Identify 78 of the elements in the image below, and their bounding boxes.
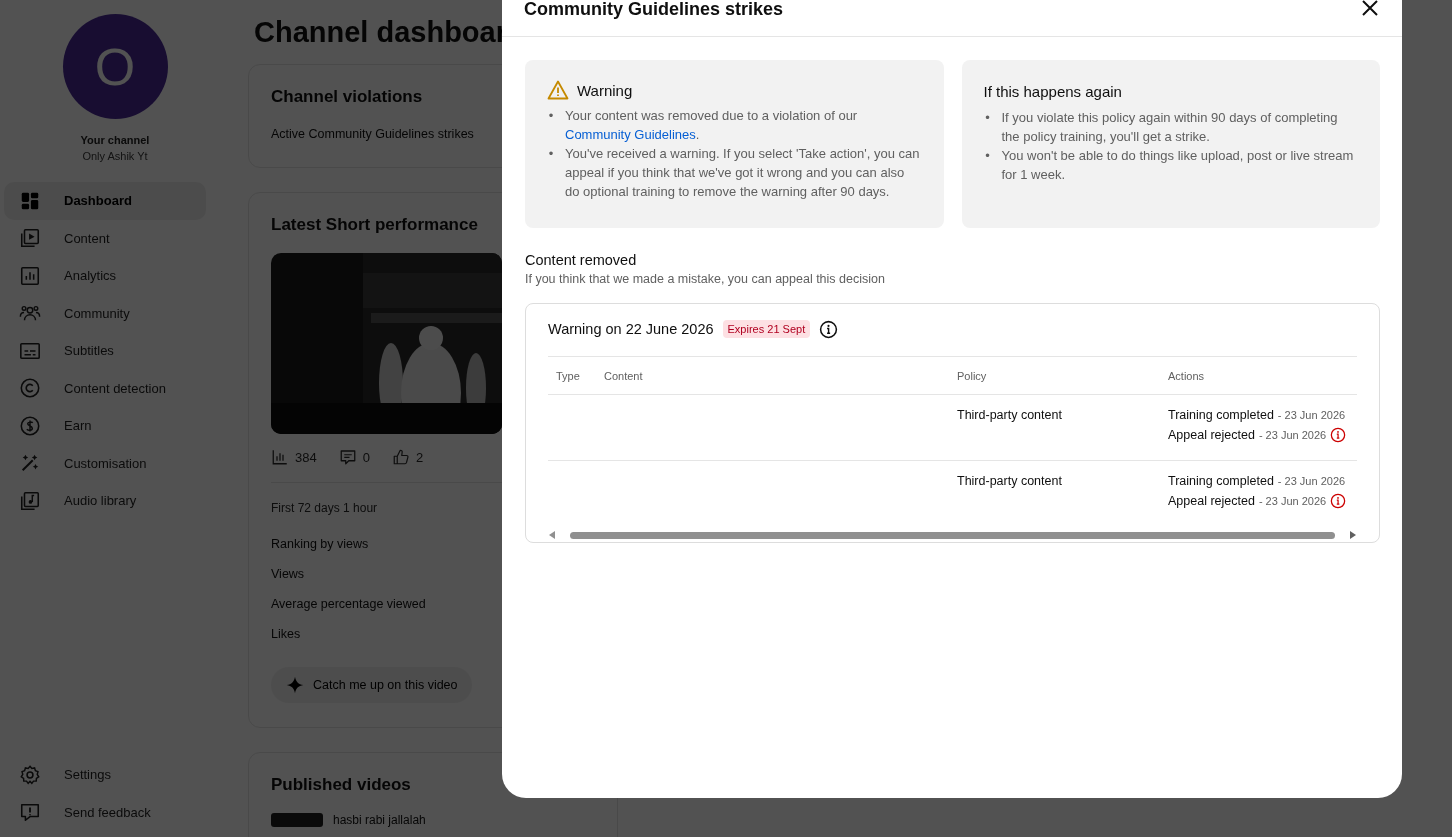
column-header: Content <box>604 369 643 382</box>
stat-value: 2 <box>415 449 424 465</box>
info-icon[interactable] <box>819 319 839 339</box>
settings-icon <box>19 763 41 786</box>
close-icon <box>1360 0 1380 18</box>
video-thumbnail <box>271 813 323 827</box>
card-title: Channel violations <box>271 87 423 107</box>
section-title: Content removed <box>525 252 638 268</box>
thumbs-up-icon <box>391 448 410 466</box>
catch-up-button[interactable]: Catch me up on this video <box>271 667 472 703</box>
sidebar-item[interactable]: Audio library <box>4 482 206 520</box>
sidebar-item[interactable]: Content <box>4 219 206 257</box>
bullet-text: If you violate this policy again within 90 days of completing the policy training, you'll get a strike. <box>1001 109 1339 146</box>
metric-label: Views <box>271 567 306 581</box>
metric-label: Average percentage viewed <box>271 597 427 611</box>
channel-name: Only Ashik Yt <box>82 150 148 162</box>
stat-value: 0 <box>362 449 370 465</box>
card-title: Published videos <box>271 775 411 795</box>
stat-value: 384 <box>295 449 317 465</box>
bullet-marker: • <box>547 145 555 163</box>
column-header: Type <box>556 369 580 382</box>
copyright-icon <box>19 377 41 400</box>
action-date: - 23 Jun 2026 <box>1258 495 1327 507</box>
comment-icon <box>338 448 357 466</box>
policy-cell: Third-party content <box>957 474 1062 488</box>
expiry-badge: Expires 21 Sept <box>722 320 811 338</box>
strike-title: Warning on 22 June 2026 <box>548 321 714 337</box>
video-title[interactable]: hasbi rabi jallalah <box>333 813 426 827</box>
action-label: Training completed <box>1168 408 1274 422</box>
bullet-marker: • <box>984 109 991 127</box>
action-label: Appeal rejected <box>1168 428 1255 442</box>
bullet-text: You won't be able to do things like upload, post or live stream for 1 week. <box>1001 147 1355 184</box>
scrollbar-thumb[interactable] <box>570 531 1335 539</box>
card-title: Latest Short performance <box>271 215 478 235</box>
column-header: Actions <box>1168 369 1205 382</box>
guidelines-link[interactable]: Community Guidelines <box>565 127 696 142</box>
bullet-text: You've received a warning. If you select 'Take action', you can appeal if you think that we've got it wrong and you can also do optional training to remove the warning after 90 days. <box>565 145 921 201</box>
close-button[interactable] <box>1360 0 1380 18</box>
sidebar-item[interactable]: Dashboard <box>4 182 206 220</box>
sidebar-item[interactable]: Analytics <box>4 257 206 295</box>
panel-title: If this happens again <box>983 82 1122 100</box>
bullet-text: Your content was removed due to a violation of our Community Guidelines. <box>565 107 859 144</box>
column-header: Policy <box>957 369 987 382</box>
panel-title: Warning <box>577 81 633 99</box>
strikes-label: Active Community Guidelines strikes <box>271 127 474 141</box>
channel-label: Your channel <box>80 134 150 146</box>
metric-label: Ranking by views <box>271 537 370 551</box>
page-title: Channel dashboar <box>254 16 508 48</box>
scroll-left-icon[interactable] <box>548 531 556 539</box>
bar-chart-icon <box>271 448 289 466</box>
section-subtitle: If you think that we made a mistake, you can appeal this decision <box>525 272 886 286</box>
video-stack-icon <box>19 227 41 250</box>
action-date: - 23 Jun 2026 <box>1258 429 1327 441</box>
action-label: Appeal rejected <box>1168 494 1255 508</box>
dialog-title: Community Guidelines strikes <box>524 0 784 20</box>
feedback-icon <box>19 801 41 824</box>
music-stack-icon <box>19 489 41 512</box>
sidebar-item[interactable]: Community <box>4 294 206 332</box>
sidebar-item[interactable]: Settings <box>4 756 206 794</box>
bullet-marker: • <box>984 147 991 165</box>
bullet-marker: • <box>547 107 555 125</box>
sidebar-item[interactable]: Send feedback <box>4 793 206 831</box>
action-label: Training completed <box>1168 474 1274 488</box>
sidebar-item[interactable]: Subtitles <box>4 332 206 370</box>
warning-icon <box>547 80 569 100</box>
period-label: First 72 days 1 hour <box>271 501 379 515</box>
scroll-right-icon[interactable] <box>1349 531 1357 539</box>
bar-chart-icon <box>19 264 41 287</box>
metric-label: Likes <box>271 627 302 641</box>
action-date: - 23 Jun 2026 <box>1277 409 1346 421</box>
policy-cell: Third-party content <box>957 408 1062 422</box>
channel-avatar[interactable]: O <box>62 14 168 119</box>
sidebar-item[interactable]: Earn <box>4 407 206 445</box>
dollar-icon <box>19 414 41 437</box>
sparkle-icon <box>285 675 305 695</box>
sidebar-item[interactable]: Customisation <box>4 444 206 482</box>
sidebar-item[interactable]: Content detection <box>4 369 206 407</box>
action-date: - 23 Jun 2026 <box>1277 475 1346 487</box>
